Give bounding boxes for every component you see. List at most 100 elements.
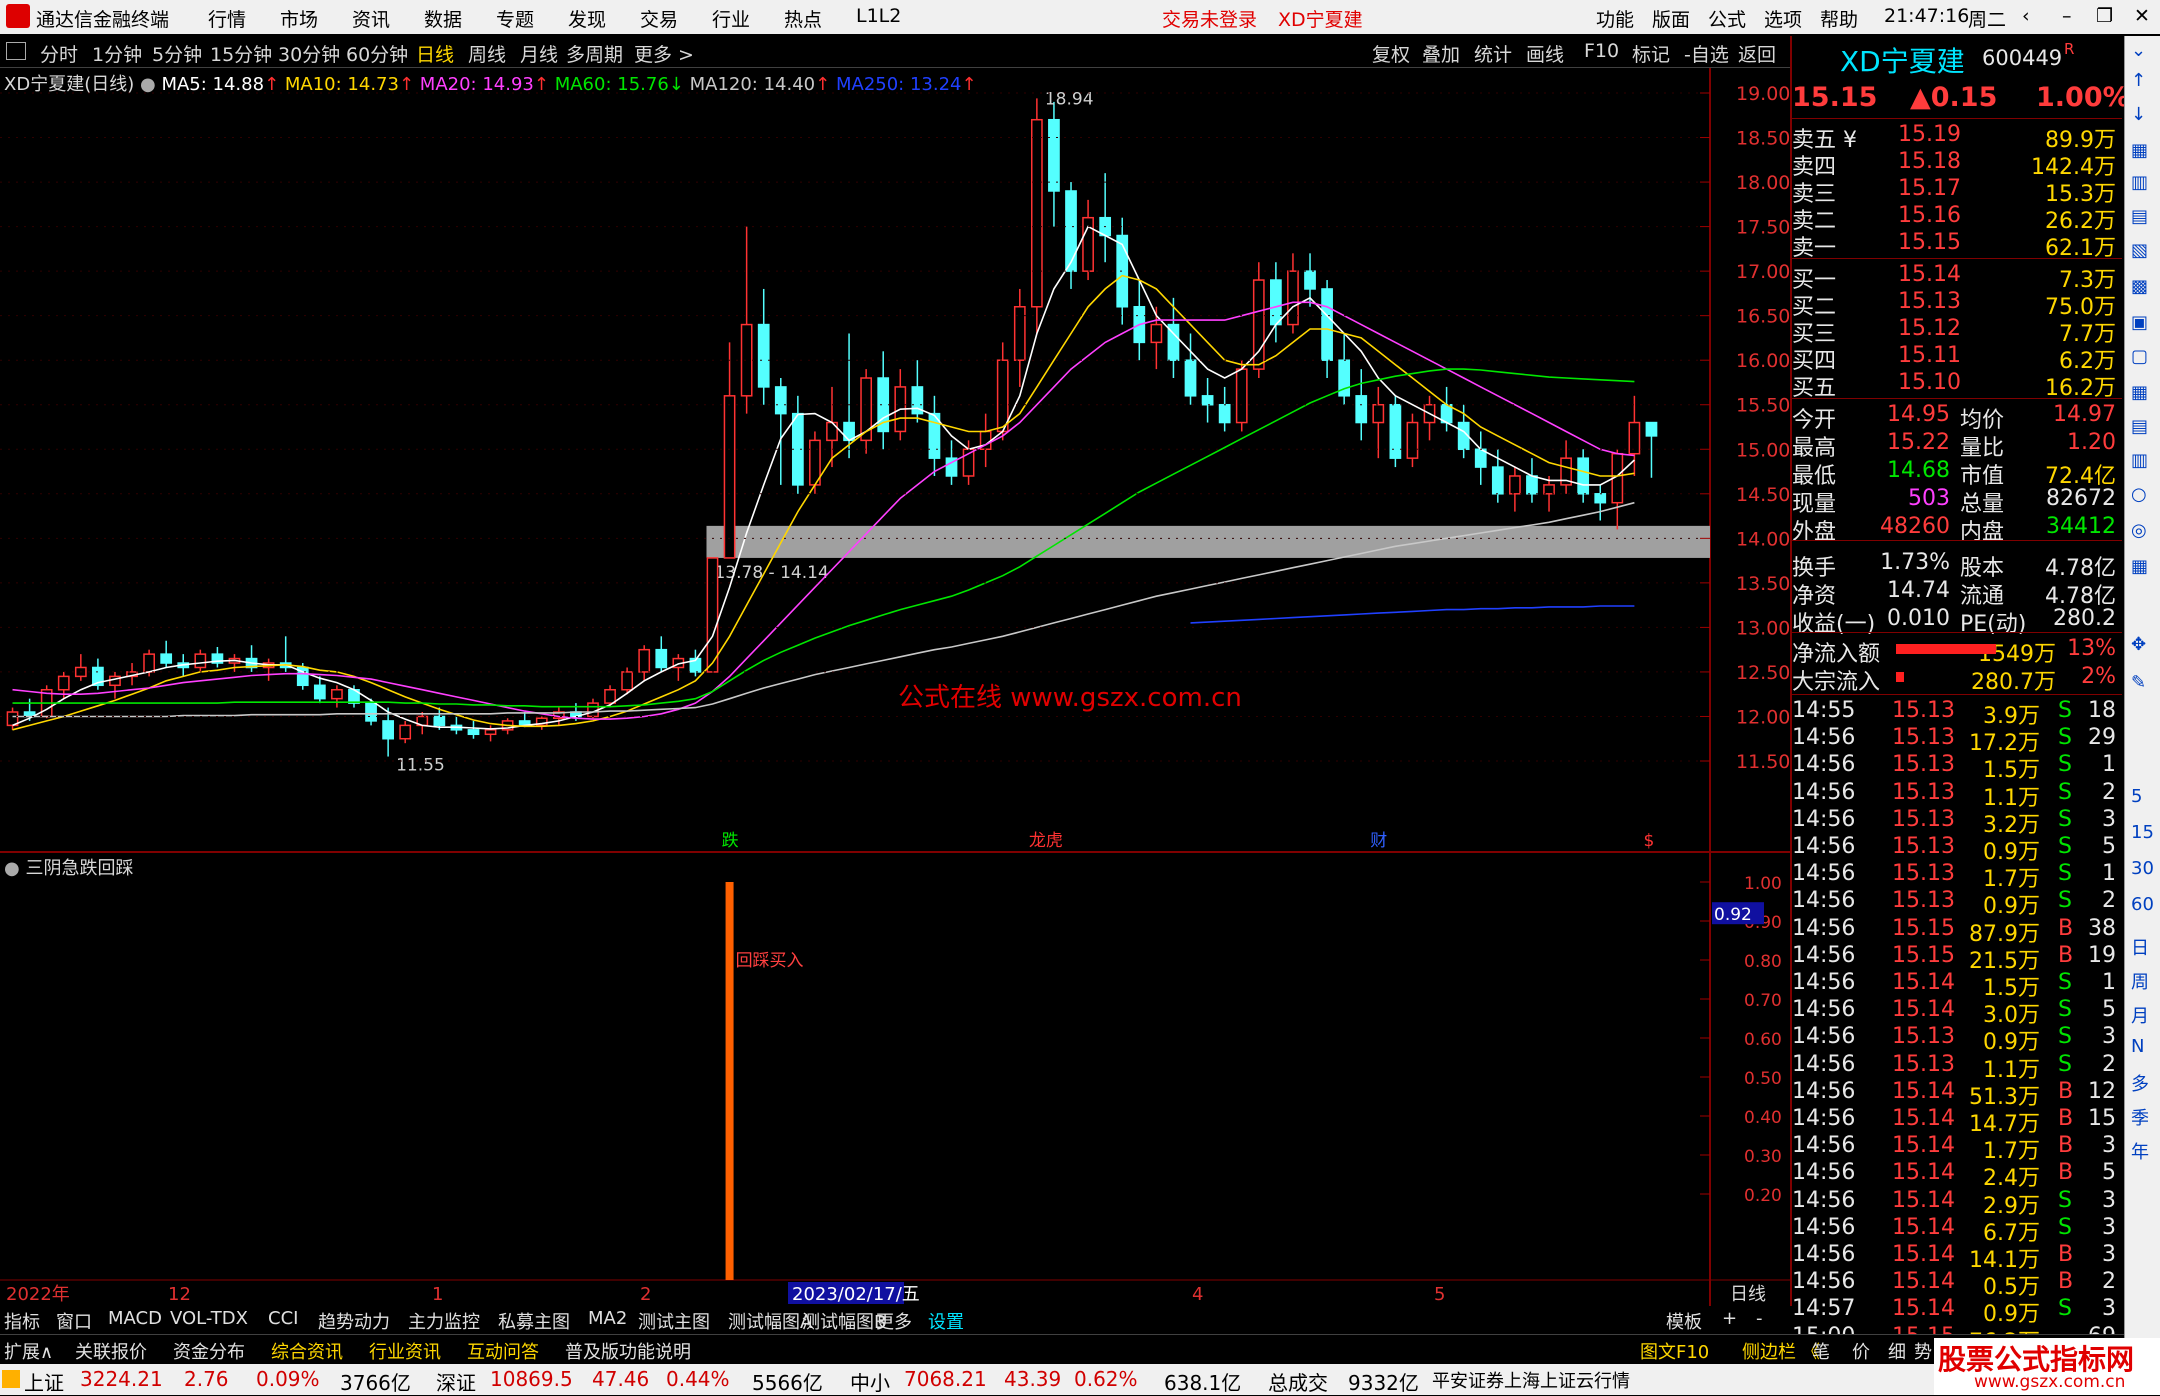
tick-row[interactable]: 14:56 15.14 14.7万 B 15 <box>1790 1106 2118 1137</box>
settings-icon[interactable]: ● <box>140 74 156 95</box>
close-icon[interactable]: ✕ <box>2134 5 2150 27</box>
extension-tab[interactable]: 互动问答 <box>467 1338 539 1364</box>
tick-row[interactable]: 14:56 15.13 0.9万 S 2 <box>1790 888 2118 919</box>
bid-row[interactable]: 买一 15.14 7.3万 <box>1790 262 2118 293</box>
menu-formula[interactable]: 公式 <box>1708 5 1746 32</box>
chart-icon[interactable]: ▩ <box>2131 276 2148 297</box>
stat-row[interactable]: 现量 503 总量 82672 <box>1790 486 2118 517</box>
flow-row[interactable]: 大宗流入 280.7万 2% <box>1790 664 2118 695</box>
ask-row[interactable]: 卖一 15.15 62.1万 <box>1790 230 2118 261</box>
stat-row[interactable]: 换手 1.73% 股本 4.78亿 <box>1790 550 2118 581</box>
tick-row[interactable]: 14:56 15.13 0.9万 S 5 <box>1790 834 2118 865</box>
extension-tab[interactable]: 资金分布 <box>173 1338 245 1364</box>
stat-row[interactable]: 收益(一) 0.010 PE(动) 280.2 <box>1790 606 2118 637</box>
tick-row[interactable]: 14:56 15.13 1.7万 S 1 <box>1790 861 2118 892</box>
menu-layout[interactable]: 版面 <box>1652 5 1690 32</box>
stat-row[interactable]: 最低 14.68 市值 72.4亿 <box>1790 458 2118 489</box>
login-status[interactable]: 交易未登录 <box>1162 5 1257 32</box>
indicator-tab[interactable]: 更多 <box>876 1308 912 1334</box>
sz-name[interactable]: 深证 <box>436 1367 476 1396</box>
rs-15[interactable]: 15 <box>2131 822 2154 843</box>
zx-name[interactable]: 中小 <box>850 1367 890 1396</box>
pen-icon[interactable]: ✎ <box>2131 672 2146 693</box>
chart-icon[interactable]: ▦ <box>2131 556 2148 577</box>
ask-row[interactable]: 卖二 15.16 26.2万 <box>1790 203 2118 234</box>
menu-topics[interactable]: 专题 <box>496 5 534 32</box>
period-tab[interactable]: 月线 <box>520 40 558 67</box>
indicator-tab[interactable]: 指标 <box>4 1308 40 1334</box>
indicator-tab[interactable]: 测试幅图B <box>802 1308 886 1334</box>
bid-row[interactable]: 买四 15.11 6.2万 <box>1790 343 2118 374</box>
side-tab[interactable]: 图文F10 <box>1640 1338 1709 1364</box>
toolbar-button[interactable]: 标记 <box>1632 40 1670 67</box>
ask-row[interactable]: 卖四 15.18 142.4万 <box>1790 149 2118 180</box>
tick-row[interactable]: 14:56 15.14 14.1万 B 3 <box>1790 1242 2118 1273</box>
side-tab[interactable]: 细 <box>1888 1338 1906 1364</box>
period-tab[interactable]: 5分钟 <box>152 40 202 67</box>
arrow-up-icon[interactable]: ↑ <box>2131 70 2146 91</box>
period-tab[interactable]: 分时 <box>40 40 78 67</box>
menu-data[interactable]: 数据 <box>424 5 462 32</box>
indicator-tab[interactable]: 窗口 <box>56 1308 92 1334</box>
extension-tab[interactable]: 综合资讯 <box>271 1338 343 1364</box>
move-icon[interactable]: ✥ <box>2131 634 2146 655</box>
tick-row[interactable]: 14:56 15.13 1.5万 S 1 <box>1790 752 2118 783</box>
extension-tab[interactable]: 行业资讯 <box>369 1338 441 1364</box>
menu-l1l2[interactable]: L1L2 <box>856 5 901 27</box>
menu-market-quotes[interactable]: 行情 <box>208 5 246 32</box>
menu-discover[interactable]: 发现 <box>568 5 606 32</box>
period-more[interactable]: 更多 > <box>634 40 694 67</box>
chart-icon[interactable]: ▤ <box>2131 416 2148 437</box>
menu-function[interactable]: 功能 <box>1596 5 1634 32</box>
tick-row[interactable]: 14:56 15.14 1.7万 B 3 <box>1790 1133 2118 1164</box>
indicator-tab[interactable]: CCI <box>268 1308 298 1329</box>
kline-chart[interactable]: 13.78 - 14.14 18.94 11.55 公式在线 www.gszx.… <box>0 68 1790 1306</box>
toolbar-button[interactable]: 返回 <box>1738 40 1776 67</box>
sidebar-icon[interactable]: ⌄ <box>2131 40 2146 61</box>
rs-5[interactable]: 5 <box>2131 786 2142 807</box>
chart-icon[interactable]: ▧ <box>2131 240 2148 261</box>
period-tab-active[interactable]: 日线 <box>416 40 454 67</box>
template-button[interactable]: - <box>1756 1308 1763 1329</box>
tick-row[interactable]: 14:56 15.14 2.4万 B 5 <box>1790 1160 2118 1191</box>
template-button[interactable]: 模板 <box>1666 1308 1702 1334</box>
rs-multi[interactable]: 多 <box>2131 1070 2149 1096</box>
layout-toggle-icon[interactable] <box>6 42 26 60</box>
tick-row[interactable]: 14:56 15.14 3.0万 S 5 <box>1790 997 2118 1028</box>
menu-trade[interactable]: 交易 <box>640 5 678 32</box>
extension-tab[interactable]: 普及版功能说明 <box>565 1338 691 1364</box>
period-tab[interactable]: 30分钟 <box>278 40 340 67</box>
tick-row[interactable]: 14:56 15.14 6.7万 S 3 <box>1790 1215 2118 1246</box>
bid-row[interactable]: 买五 15.10 16.2万 <box>1790 370 2118 401</box>
chart-icon[interactable]: ▦ <box>2131 140 2148 161</box>
menu-hot[interactable]: 热点 <box>784 5 822 32</box>
indicator-tab[interactable]: MA2 <box>588 1308 627 1329</box>
rs-60[interactable]: 60 <box>2131 894 2154 915</box>
rs-30[interactable]: 30 <box>2131 858 2154 879</box>
stat-row[interactable]: 最高 15.22 量比 1.20 <box>1790 430 2118 461</box>
bid-row[interactable]: 买三 15.12 7.7万 <box>1790 316 2118 347</box>
period-tab[interactable]: 多周期 <box>566 40 623 67</box>
minimize-icon[interactable]: – <box>2062 5 2072 27</box>
chart-icon[interactable]: ▤ <box>2131 206 2148 227</box>
indicator-tab[interactable]: MACD <box>108 1308 162 1329</box>
tick-row[interactable]: 14:56 15.15 87.9万 B 38 <box>1790 916 2118 947</box>
rs-quarter[interactable]: 季 <box>2131 1104 2149 1130</box>
toolbar-button[interactable]: -自选 <box>1684 40 1729 67</box>
rs-n[interactable]: N <box>2131 1036 2144 1057</box>
tick-row[interactable]: 14:56 15.14 51.3万 B 12 <box>1790 1079 2118 1110</box>
tick-row[interactable]: 14:56 15.13 0.9万 S 3 <box>1790 1024 2118 1055</box>
settings-icon[interactable]: ● <box>4 858 20 879</box>
period-tab[interactable]: 15分钟 <box>210 40 272 67</box>
period-tab[interactable]: 60分钟 <box>346 40 408 67</box>
restore-icon[interactable]: ❐ <box>2096 5 2113 27</box>
toolbar-button[interactable]: 画线 <box>1526 40 1564 67</box>
tick-row[interactable]: 14:56 15.13 1.1万 S 2 <box>1790 1052 2118 1083</box>
sh-name[interactable]: 上证 <box>24 1367 64 1396</box>
toolbar-button[interactable]: F10 <box>1584 40 1619 62</box>
tick-row[interactable]: 14:56 15.14 2.9万 S 3 <box>1790 1188 2118 1219</box>
rs-day[interactable]: 日 <box>2131 934 2149 960</box>
toolbar-button[interactable]: 叠加 <box>1422 40 1460 67</box>
indicator-tab[interactable]: 测试幅图A <box>728 1308 812 1334</box>
menu-market[interactable]: 市场 <box>280 5 318 32</box>
